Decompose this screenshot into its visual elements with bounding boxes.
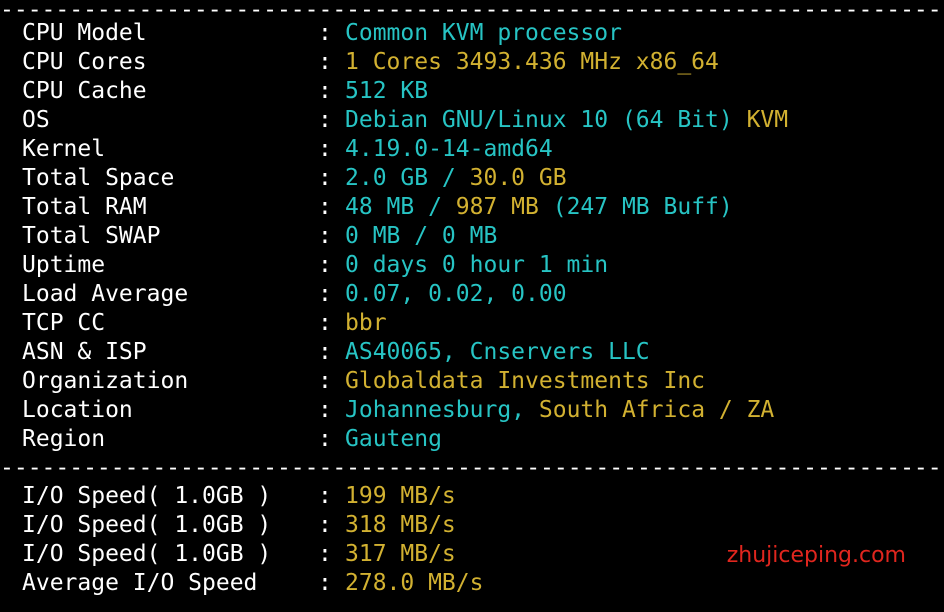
row-label: Total RAM bbox=[22, 194, 147, 220]
row-label: I/O Speed( 1.0GB ) bbox=[22, 541, 272, 567]
row-value: Gauteng bbox=[345, 425, 442, 454]
row-separator: : bbox=[318, 512, 332, 538]
row-label: Total Space bbox=[22, 165, 175, 191]
row-separator: : bbox=[318, 397, 332, 423]
row-label: CPU Model bbox=[22, 20, 147, 46]
row-label: CPU Cache bbox=[22, 78, 147, 104]
value-segment: 199 MB/s bbox=[345, 483, 456, 509]
row-value: 48 MB / 987 MB (247 MB Buff) bbox=[345, 193, 733, 222]
row-separator: : bbox=[318, 49, 332, 75]
row-label: Kernel bbox=[22, 136, 106, 162]
value-segment: KVM bbox=[746, 107, 789, 133]
row-separator: : bbox=[318, 165, 332, 191]
row-label: Organization bbox=[22, 368, 189, 394]
row-label: Uptime bbox=[22, 252, 106, 278]
row-value: 2.0 GB / 30.0 GB bbox=[345, 164, 567, 193]
value-segment: AS40065, Cnservers LLC bbox=[345, 339, 650, 365]
row-separator: : bbox=[318, 570, 332, 596]
divider-middle: ----------------------------------------… bbox=[0, 458, 944, 478]
row-label: I/O Speed( 1.0GB ) bbox=[22, 483, 272, 509]
value-segment: 48 MB / bbox=[345, 194, 456, 220]
value-segment: 1 Cores 3493.436 MHz x86_64 bbox=[345, 49, 719, 75]
divider-top: ----------------------------------------… bbox=[0, 0, 944, 20]
row-value: 0 MB / 0 MB bbox=[345, 222, 497, 251]
row-label: Average I/O Speed bbox=[22, 570, 258, 596]
row-value: 0 days 0 hour 1 min bbox=[345, 251, 608, 280]
row-separator: : bbox=[318, 426, 332, 452]
row-separator: : bbox=[318, 252, 332, 278]
row-label: Region bbox=[22, 426, 106, 452]
value-segment: Johannesburg, bbox=[345, 397, 539, 423]
row-separator: : bbox=[318, 310, 332, 336]
value-segment: 0 MB / 0 MB bbox=[345, 223, 498, 249]
row-label: CPU Cores bbox=[22, 49, 147, 75]
row-label: I/O Speed( 1.0GB ) bbox=[22, 512, 272, 538]
value-segment: 512 KB bbox=[345, 78, 429, 104]
row-separator: : bbox=[318, 107, 332, 133]
row-value: 199 MB/s bbox=[345, 482, 456, 511]
value-segment: 318 MB/s bbox=[345, 512, 456, 538]
row-value: Debian GNU/Linux 10 (64 Bit) KVM bbox=[345, 106, 788, 135]
value-segment: Debian GNU/Linux 10 (64 Bit) bbox=[345, 107, 747, 133]
value-segment: Common KVM processor bbox=[345, 20, 622, 46]
row-separator: : bbox=[318, 223, 332, 249]
row-label: OS bbox=[22, 107, 50, 133]
value-segment: 317 MB/s bbox=[345, 541, 456, 567]
watermark: zhujiceping.com bbox=[726, 543, 906, 568]
row-separator: : bbox=[318, 194, 332, 220]
value-segment: Globaldata Investments Inc bbox=[345, 368, 706, 394]
value-segment: 278.0 MB/s bbox=[345, 570, 484, 596]
value-segment: (247 MB Buff) bbox=[538, 194, 733, 220]
row-value: 0.07, 0.02, 0.00 bbox=[345, 280, 567, 309]
row-label: Location bbox=[22, 397, 133, 423]
row-value: 4.19.0-14-amd64 bbox=[345, 135, 553, 164]
value-segment: 2.0 GB / bbox=[345, 165, 470, 191]
row-value: Globaldata Investments Inc bbox=[345, 367, 705, 396]
terminal-window: ----------------------------------------… bbox=[0, 0, 944, 612]
row-label: ASN & ISP bbox=[22, 339, 147, 365]
row-separator: : bbox=[318, 281, 332, 307]
row-value: 278.0 MB/s bbox=[345, 569, 483, 598]
row-label: TCP CC bbox=[22, 310, 106, 336]
row-value: 512 KB bbox=[345, 77, 428, 106]
row-label: Total SWAP bbox=[22, 223, 161, 249]
row-label: Load Average bbox=[22, 281, 189, 307]
row-value: AS40065, Cnservers LLC bbox=[345, 338, 650, 367]
row-value: 317 MB/s bbox=[345, 540, 456, 569]
row-value: Johannesburg, South Africa / ZA bbox=[345, 396, 774, 425]
value-segment: South Africa / ZA bbox=[538, 397, 775, 423]
row-separator: : bbox=[318, 20, 332, 46]
row-value: Common KVM processor bbox=[345, 19, 622, 48]
row-value: bbr bbox=[345, 309, 387, 338]
row-separator: : bbox=[318, 136, 332, 162]
value-segment: 987 MB bbox=[455, 194, 539, 220]
value-segment: 4.19.0-14-amd64 bbox=[345, 136, 553, 162]
value-segment: 0 days 0 hour 1 min bbox=[345, 252, 609, 278]
value-segment: 0.07, 0.02, 0.00 bbox=[345, 281, 567, 307]
row-separator: : bbox=[318, 78, 332, 104]
value-segment: 30.0 GB bbox=[469, 165, 567, 191]
row-separator: : bbox=[318, 368, 332, 394]
row-value: 318 MB/s bbox=[345, 511, 456, 540]
row-separator: : bbox=[318, 339, 332, 365]
value-segment: bbr bbox=[345, 310, 387, 336]
row-separator: : bbox=[318, 541, 332, 567]
row-value: 1 Cores 3493.436 MHz x86_64 bbox=[345, 48, 719, 77]
row-separator: : bbox=[318, 483, 332, 509]
value-segment: Gauteng bbox=[345, 426, 442, 452]
